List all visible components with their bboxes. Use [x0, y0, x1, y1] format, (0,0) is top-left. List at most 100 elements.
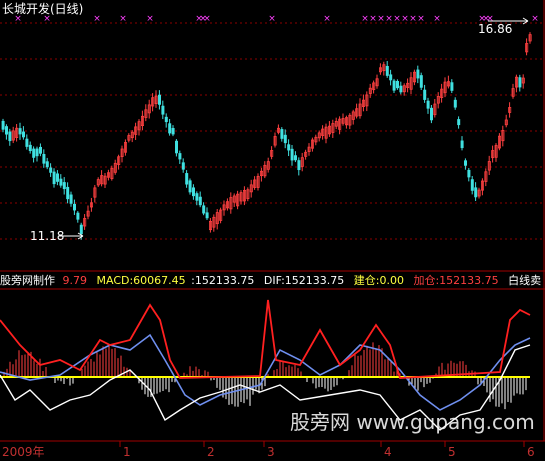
candle-body	[205, 212, 209, 219]
signal-marker-icon: ×	[119, 14, 127, 24]
signal-marker-icon: ×	[385, 14, 393, 24]
signal-marker-icon: ×	[361, 14, 369, 24]
candle-body	[283, 134, 287, 144]
candle-body	[474, 187, 478, 198]
candle-body	[463, 160, 467, 166]
candle-body	[32, 148, 36, 158]
candle-body	[389, 74, 393, 81]
x-axis-tick-label: 3	[267, 445, 275, 459]
x-axis-tick-label: 4	[384, 445, 392, 459]
candle-body	[181, 162, 185, 170]
x-axis-tick-label: 5	[448, 445, 456, 459]
watermark: 股旁网 www.gupang.com	[290, 410, 535, 434]
candle-body	[429, 107, 433, 121]
candle-body	[76, 212, 80, 220]
candle-body	[392, 80, 396, 91]
signal-marker-icon: ×	[401, 14, 409, 24]
high-price-label: 16.86	[478, 22, 513, 36]
x-axis-tick-label: 1	[123, 445, 131, 459]
candle-body	[470, 179, 474, 191]
x-axis-year: 2009年	[2, 445, 45, 459]
macd-value: MACD:60067.45	[96, 274, 186, 287]
x-axis-tick-label: 2	[207, 445, 215, 459]
indicator-header: 股旁网制作 9.79 MACD:60067.45 :152133.75 DIF:…	[0, 274, 541, 288]
candle-body	[66, 186, 70, 200]
candle-body	[395, 81, 399, 89]
candle-body	[39, 146, 43, 154]
candle-body	[467, 169, 471, 178]
source-label: 股旁网制作	[0, 274, 55, 287]
candle-body	[457, 119, 461, 126]
candle-body	[25, 138, 29, 147]
candle-body	[399, 85, 403, 93]
candle-body	[185, 173, 189, 185]
candle-body	[297, 160, 301, 171]
signal-marker-icon: ×	[369, 14, 377, 24]
candle-body	[426, 100, 430, 109]
signal-marker-icon: ×	[531, 14, 539, 24]
dif-value: DIF:152133.75	[263, 274, 345, 287]
candle-body	[416, 69, 420, 79]
candle-body	[450, 82, 454, 91]
candle-body	[28, 144, 32, 152]
jiacang-value: 加仓:152133.75	[413, 274, 499, 287]
signal-marker-icon: ×	[203, 14, 211, 24]
candle-body	[287, 144, 291, 151]
candle-body	[280, 129, 284, 139]
candle-body	[188, 180, 192, 193]
candle-body	[178, 153, 182, 160]
stock-chart: × × × × × ××× × × × × × × × × × × × ××× ×	[0, 0, 545, 447]
sep-value: :152133.75	[191, 274, 255, 287]
candle-body	[1, 120, 5, 130]
candle-body	[35, 148, 39, 157]
candlestick-series	[1, 32, 532, 240]
candle-body	[453, 99, 457, 108]
signal-marker-icon: ×	[393, 14, 401, 24]
jiancang-value: 建仓:0.00	[353, 274, 404, 287]
candle-body	[293, 155, 297, 161]
candle-body	[202, 205, 206, 214]
candle-body	[8, 131, 12, 142]
candle-body	[69, 194, 73, 204]
candle-body	[419, 75, 423, 88]
signal-marker-icon: ×	[409, 14, 417, 24]
candle-body	[460, 140, 464, 149]
candle-body	[171, 128, 175, 135]
candle-body	[5, 126, 9, 135]
candle-body	[52, 171, 56, 185]
x-axis-ticks	[119, 441, 525, 447]
signal-marker-icon: ×	[268, 14, 276, 24]
candle-body	[198, 196, 202, 206]
signal-marker-icon: ×	[377, 14, 385, 24]
first-value: 9.79	[62, 274, 88, 287]
candle-body	[79, 224, 83, 235]
low-price-label: 11.18	[30, 229, 65, 243]
baixianmai-label: 白线卖	[508, 274, 542, 287]
candle-body	[164, 116, 168, 123]
chart-title: 长城开发(日线)	[2, 2, 84, 16]
signal-marker-icon: ×	[146, 14, 154, 24]
signal-marker-icon: ×	[433, 14, 441, 24]
candle-body	[385, 65, 389, 76]
candle-body	[161, 105, 165, 115]
candle-body	[174, 140, 178, 154]
x-axis-tick-label: 6	[527, 445, 535, 459]
candle-body	[18, 128, 22, 135]
candle-body	[290, 148, 294, 161]
candle-body	[191, 187, 195, 197]
signal-marker-icon: ×	[93, 14, 101, 24]
candle-body	[157, 94, 161, 105]
candle-body	[518, 77, 522, 88]
candle-body	[62, 182, 66, 190]
candle-body	[21, 131, 25, 138]
candle-body	[423, 89, 427, 100]
candle-body	[56, 173, 60, 182]
candle-body	[195, 193, 199, 201]
candle-body	[168, 123, 172, 134]
candle-body	[59, 178, 63, 186]
grid-lines	[0, 22, 544, 240]
candle-body	[73, 203, 77, 211]
signal-marker-icon: ×	[417, 14, 425, 24]
candle-body	[45, 161, 49, 168]
candle-body	[49, 167, 53, 173]
